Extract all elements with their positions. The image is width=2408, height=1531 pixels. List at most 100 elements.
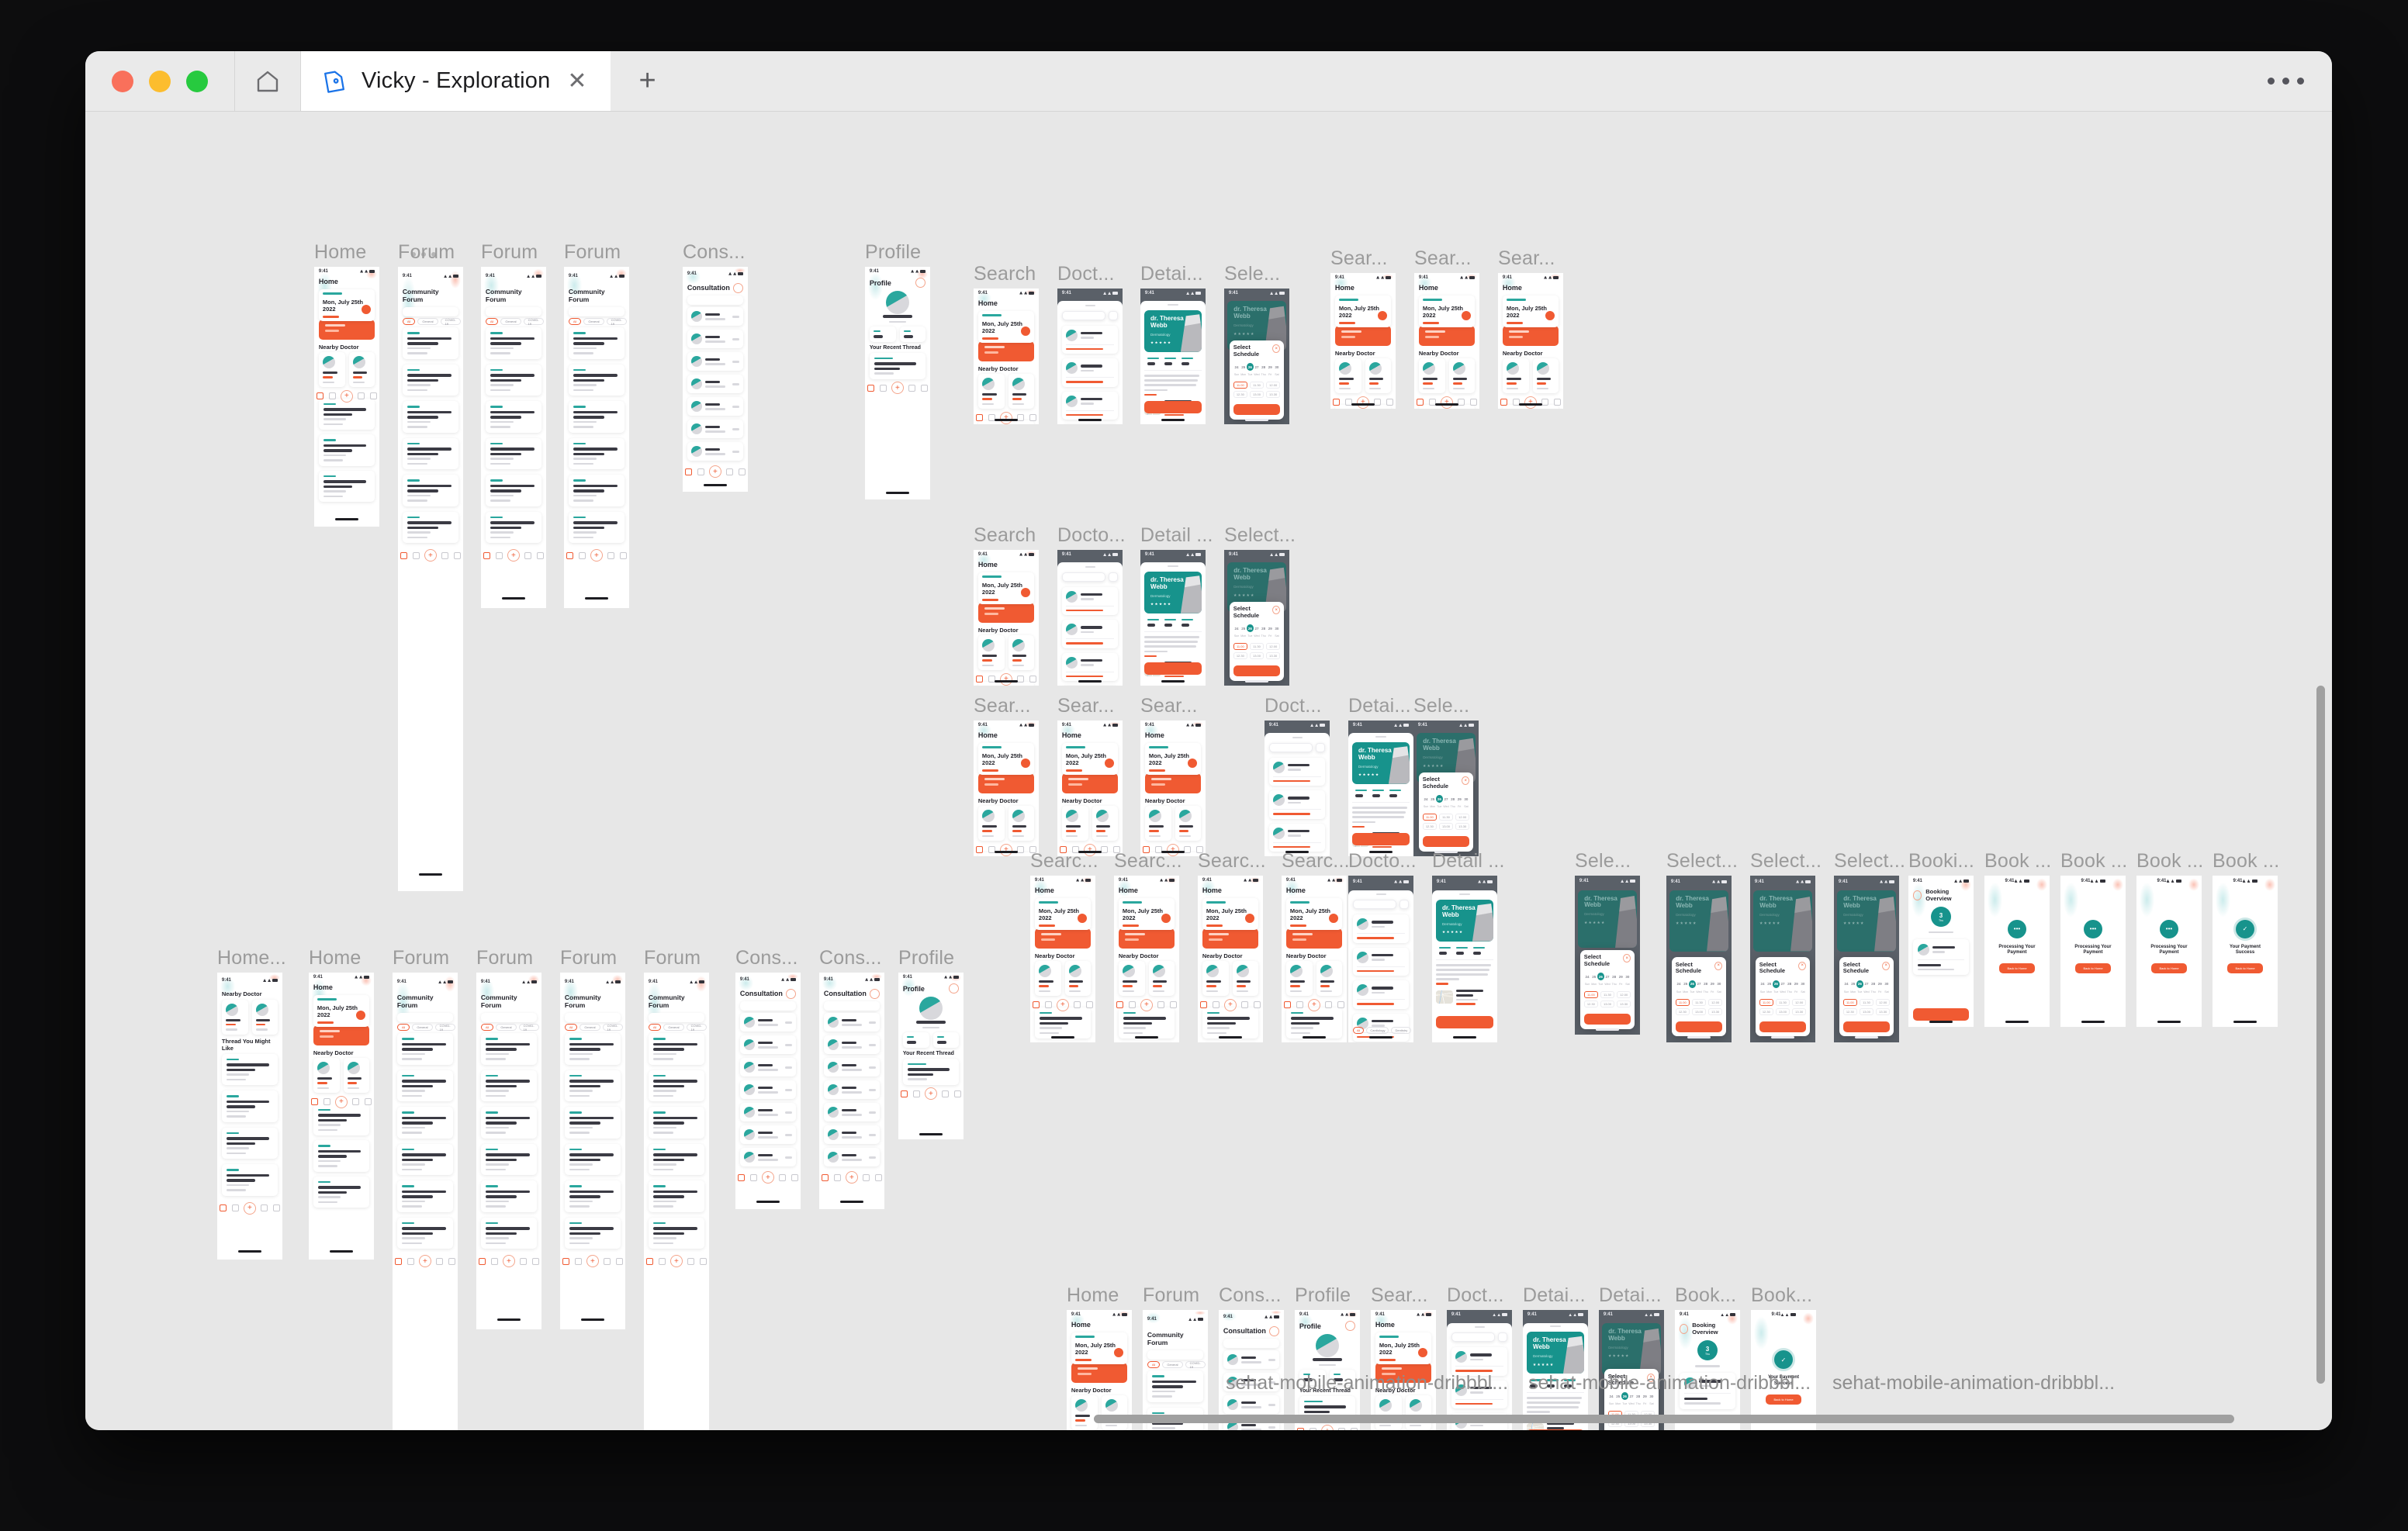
day-cell[interactable]: 27 [1254, 624, 1261, 632]
nav-chat-icon[interactable] [942, 1090, 950, 1097]
nav-forum-icon[interactable] [323, 1098, 330, 1106]
day-cell[interactable]: 24 [1233, 624, 1240, 632]
nav-chat-icon[interactable] [1338, 1427, 1346, 1430]
nav-forum-icon[interactable] [1296, 1001, 1303, 1009]
time-slot[interactable]: 12.30 [1759, 1007, 1773, 1015]
nav-profile-icon[interactable] [619, 551, 627, 559]
chat-row[interactable] [687, 352, 744, 372]
day-cell[interactable]: 29 [1877, 980, 1884, 988]
bottom-nav[interactable]: + [1498, 396, 1563, 409]
frame-label[interactable]: Sear... [974, 695, 1031, 717]
nav-profile-icon[interactable] [1169, 1001, 1177, 1009]
filter-chip[interactable]: General [1162, 1361, 1183, 1369]
canvas-frame[interactable]: 9:41 dr. Theresa Webb Dermatology Select… [1224, 289, 1289, 424]
nav-chat-icon[interactable] [1157, 1001, 1165, 1009]
nav-add-button[interactable]: + [1440, 396, 1453, 409]
frame-label[interactable]: Book ... [2060, 850, 2127, 873]
minimize-window-button[interactable] [149, 70, 171, 92]
frame-label[interactable]: Sear... [1057, 695, 1115, 717]
filter-chip[interactable]: COVID-19 [440, 318, 461, 326]
frame-label[interactable]: Doct... [1265, 695, 1322, 717]
canvas-frame[interactable]: 9:41 Community Forum AllGeneralCOVID-19A… [476, 973, 541, 1329]
nav-forum-icon[interactable] [574, 1257, 582, 1265]
frame-label[interactable]: Profile [865, 241, 921, 264]
specialty-chip[interactable]: All [1352, 1027, 1365, 1035]
frame-label[interactable]: Cons... [683, 241, 746, 264]
bottom-nav[interactable]: + [683, 465, 748, 479]
frame-label[interactable]: Sear... [1498, 247, 1555, 270]
filter-chip[interactable]: All [564, 1024, 578, 1032]
filter-icon[interactable] [1498, 1332, 1508, 1343]
doctor-row[interactable] [1061, 620, 1119, 648]
nav-add-button[interactable]: + [924, 1087, 937, 1101]
maximize-window-button[interactable] [186, 70, 208, 92]
time-slot[interactable]: 11.00 [1759, 998, 1773, 1006]
frame-label[interactable]: Doct... [1447, 1284, 1504, 1307]
day-cell[interactable]: 25 [1590, 973, 1597, 980]
time-slot[interactable]: 11.30 [1249, 382, 1265, 389]
frame-label[interactable]: Home [309, 947, 362, 969]
filter-chip[interactable]: COVID-19 [523, 318, 544, 326]
bottom-nav[interactable]: + [974, 672, 1039, 686]
filter-chip[interactable]: All [648, 1024, 662, 1032]
filter-icon[interactable] [1109, 572, 1119, 582]
frame-label[interactable]: Cons... [1219, 1284, 1282, 1307]
day-cell[interactable]: 26 [1597, 973, 1604, 981]
filter-chip[interactable]: All [396, 1024, 410, 1032]
nav-add-button[interactable]: + [761, 1171, 774, 1184]
frame-label[interactable]: Forum [398, 241, 455, 264]
search-input[interactable] [1451, 1332, 1496, 1343]
canvas-frame[interactable]: 9:41 Home Mon, July 25th 2022 Nearby Doc… [1198, 876, 1263, 1042]
canvas-frame[interactable]: 9:41 Home Mon, July 25th 2022 Nearby Doc… [1498, 273, 1563, 409]
nav-chat-icon[interactable] [1374, 399, 1382, 406]
settings-icon[interactable] [733, 282, 744, 293]
nav-home-icon[interactable] [976, 414, 984, 422]
canvas-frame[interactable]: 9:41 dr. Theresa Webb Dermatology [1432, 876, 1497, 1042]
day-cell[interactable]: 28 [1611, 973, 1617, 980]
frame-label[interactable]: Forum [1143, 1284, 1199, 1307]
overflow-menu-icon[interactable] [2239, 51, 2332, 111]
bottom-nav[interactable]: + [393, 1254, 458, 1268]
day-cell[interactable]: 24 [1233, 363, 1240, 371]
search-input[interactable] [1061, 310, 1106, 320]
frame-label[interactable]: Searc... [1198, 850, 1266, 873]
create-appointment-button[interactable] [1583, 1014, 1631, 1025]
create-appointment-button[interactable] [1436, 1016, 1493, 1029]
nav-chat-icon[interactable] [687, 1257, 695, 1265]
home-icon[interactable] [235, 51, 300, 111]
frame-label[interactable]: Searc... [1030, 850, 1098, 873]
nav-profile-icon[interactable] [1085, 1001, 1093, 1009]
chat-row[interactable] [823, 1125, 881, 1145]
create-appointment-button[interactable] [1527, 1429, 1584, 1430]
bottom-nav[interactable]: + [1114, 998, 1179, 1012]
back-to-home-button[interactable]: Back to Home [2227, 963, 2263, 974]
filter-chip[interactable]: All [1147, 1361, 1161, 1369]
day-cell[interactable]: 28 [1260, 624, 1267, 632]
nav-chat-icon[interactable] [1074, 1001, 1081, 1009]
nav-profile-icon[interactable] [1350, 1427, 1358, 1430]
bottom-nav[interactable]: + [309, 1095, 374, 1109]
day-cell[interactable]: 29 [1456, 795, 1463, 803]
chat-row[interactable] [1223, 1395, 1280, 1415]
nav-home-icon[interactable] [566, 551, 574, 559]
time-slot[interactable]: 13.30 [1266, 391, 1281, 399]
nav-home-icon[interactable] [901, 1090, 908, 1097]
day-cell[interactable]: 27 [1696, 980, 1703, 988]
canvas-frame[interactable]: 9:41 Home Mon, July 25th 2022 Nearby Doc… [1114, 876, 1179, 1042]
time-slot[interactable]: 13.30 [1266, 652, 1281, 660]
bottom-nav[interactable]: + [1198, 998, 1263, 1012]
nav-add-button[interactable]: + [418, 1255, 431, 1268]
doctor-row[interactable] [1352, 947, 1410, 976]
design-canvas[interactable]: Home 9:41 Home Mon, July 25th 2022 Nearb… [85, 112, 2332, 1430]
day-cell[interactable]: 25 [1682, 980, 1689, 988]
frame-label[interactable]: Select... [1750, 850, 1822, 873]
nav-forum-icon[interactable] [490, 1257, 498, 1265]
filter-chip[interactable]: COVID-19 [1185, 1361, 1206, 1369]
nav-add-button[interactable]: + [845, 1171, 858, 1184]
nav-chat-icon[interactable] [863, 1173, 870, 1181]
create-appointment-button[interactable] [1144, 662, 1202, 675]
frame-label[interactable]: Book ... [1984, 850, 2051, 873]
nav-add-button[interactable]: + [1056, 998, 1069, 1011]
canvas-frame[interactable]: 9:41 Home Mon, July 25th 2022 Nearby Doc… [1030, 876, 1095, 1042]
back-to-home-button[interactable]: Back to Home [2075, 963, 2111, 974]
